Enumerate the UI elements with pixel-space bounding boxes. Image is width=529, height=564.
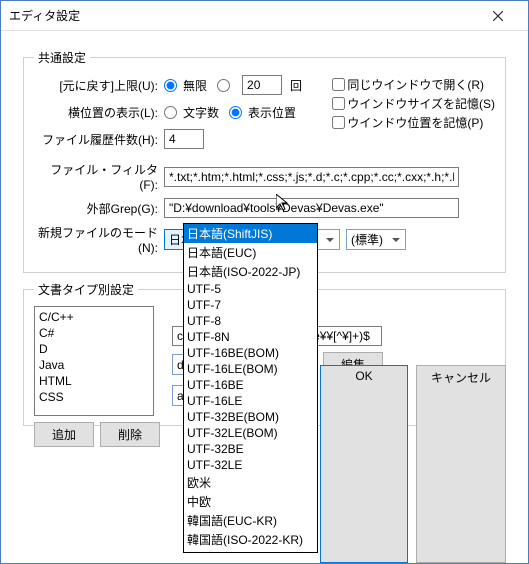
encoding-option[interactable]: 日本語(ISO-2022-JP) bbox=[184, 262, 317, 281]
undo-count-radio[interactable] bbox=[217, 79, 232, 92]
cancel-button[interactable]: キャンセル bbox=[416, 365, 506, 563]
undo-suffix: 回 bbox=[290, 77, 302, 94]
delete-button[interactable]: 削除 bbox=[100, 422, 160, 447]
hpos-label: 横位置の表示(L): bbox=[34, 104, 164, 121]
dialog-buttons: OK キャンセル bbox=[320, 365, 506, 563]
encoding-option[interactable]: UTF-16LE(BOM) bbox=[184, 361, 317, 377]
grep-input[interactable] bbox=[164, 198, 459, 218]
encoding-option[interactable]: UTF-5 bbox=[184, 281, 317, 297]
common-settings-legend: 共通設定 bbox=[34, 49, 90, 66]
encoding-option[interactable]: 韓国語(Johab) bbox=[184, 549, 317, 553]
encoding-option[interactable]: UTF-32LE(BOM) bbox=[184, 425, 317, 441]
titlebar: エディタ設定 bbox=[1, 1, 528, 31]
add-button[interactable]: 追加 bbox=[34, 422, 94, 447]
encoding-option[interactable]: 日本語(ShiftJIS) bbox=[184, 224, 317, 243]
encoding-option[interactable]: UTF-16BE bbox=[184, 377, 317, 393]
encoding-option[interactable]: UTF-8N bbox=[184, 329, 317, 345]
remember-pos-check[interactable]: ウインドウ位置を記憶(P) bbox=[332, 114, 495, 131]
file-filter-input[interactable] bbox=[164, 167, 459, 187]
hpos-disp-radio[interactable]: 表示位置 bbox=[229, 104, 296, 121]
close-icon bbox=[493, 11, 503, 21]
dialog-window: エディタ設定 共通設定 [元に戻す]上限(U): 無限 回 横位置の表示(L): bbox=[0, 0, 529, 564]
encoding-option[interactable]: UTF-32LE bbox=[184, 457, 317, 473]
encoding-option[interactable]: 欧米 bbox=[184, 473, 317, 492]
encoding-option[interactable]: UTF-16BE(BOM) bbox=[184, 345, 317, 361]
undo-limit-label: [元に戻す]上限(U): bbox=[34, 77, 164, 94]
encoding-option[interactable]: 中欧 bbox=[184, 492, 317, 511]
encoding-option[interactable]: 韓国語(EUC-KR) bbox=[184, 511, 317, 530]
standard-combo[interactable]: (標準) bbox=[346, 229, 406, 250]
encoding-option[interactable]: UTF-7 bbox=[184, 297, 317, 313]
doctype-item[interactable]: Java bbox=[37, 357, 151, 373]
encoding-option[interactable]: UTF-32BE bbox=[184, 441, 317, 457]
file-filter-label: ファイル・フィルタ(F): bbox=[34, 161, 164, 192]
doctype-listbox[interactable]: C/C++C#DJavaHTMLCSS bbox=[34, 306, 154, 416]
undo-count-input[interactable] bbox=[242, 75, 282, 95]
grep-label: 外部Grep(G): bbox=[34, 200, 164, 217]
encoding-option[interactable]: 韓国語(ISO-2022-KR) bbox=[184, 530, 317, 549]
doctype-item[interactable]: D bbox=[37, 341, 151, 357]
doctype-item[interactable]: C/C++ bbox=[37, 309, 151, 325]
encoding-option[interactable]: UTF-16LE bbox=[184, 393, 317, 409]
doctype-item[interactable]: HTML bbox=[37, 373, 151, 389]
ok-button[interactable]: OK bbox=[320, 365, 408, 563]
close-button[interactable] bbox=[475, 2, 520, 30]
hpos-chars-radio[interactable]: 文字数 bbox=[164, 104, 219, 121]
encoding-option[interactable]: 日本語(EUC) bbox=[184, 243, 317, 262]
same-window-check[interactable]: 同じウインドウで開く(R) bbox=[332, 76, 495, 93]
encoding-option[interactable]: UTF-8 bbox=[184, 313, 317, 329]
history-input[interactable] bbox=[164, 129, 204, 149]
remember-size-check[interactable]: ウインドウサイズを記憶(S) bbox=[332, 95, 495, 112]
undo-infinite-radio[interactable]: 無限 bbox=[164, 77, 207, 94]
history-label: ファイル履歴件数(H): bbox=[34, 131, 164, 148]
doctype-item[interactable]: C# bbox=[37, 325, 151, 341]
doctype-legend: 文書タイプ別設定 bbox=[34, 281, 138, 298]
encoding-dropdown-list[interactable]: 日本語(ShiftJIS)日本語(EUC)日本語(ISO-2022-JP)UTF… bbox=[183, 223, 318, 553]
new-mode-label: 新規ファイルのモード(N): bbox=[34, 224, 164, 255]
encoding-option[interactable]: UTF-32BE(BOM) bbox=[184, 409, 317, 425]
window-title: エディタ設定 bbox=[9, 7, 475, 24]
doctype-item[interactable]: CSS bbox=[37, 389, 151, 405]
